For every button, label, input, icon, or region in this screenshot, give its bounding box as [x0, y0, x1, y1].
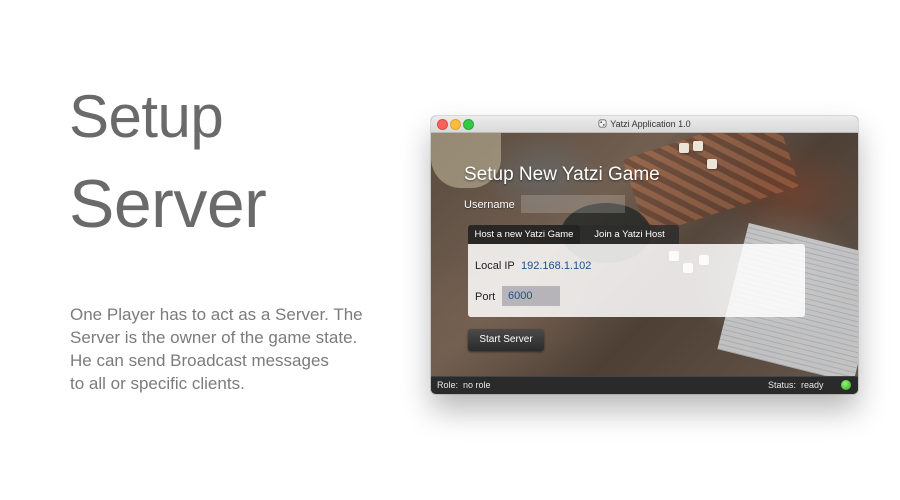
heading-server: Server [69, 166, 267, 242]
username-label: Username [464, 199, 515, 211]
main-content: Setup New Yatzi Game Username Host a new… [431, 133, 858, 377]
status-bar: Role: no role Status: ready [431, 376, 858, 394]
dice-app-icon [598, 119, 607, 128]
description-line: One Player has to act as a Server. The [70, 305, 363, 324]
local-ip-value: 192.168.1.102 [521, 260, 592, 272]
title-bar[interactable]: Yatzi Application 1.0 [431, 116, 858, 133]
description-line: Server is the owner of the game state. [70, 328, 358, 347]
role-label: Role: [437, 380, 459, 390]
background-die [707, 159, 717, 169]
heading-setup: Setup [69, 83, 224, 150]
app-window: Yatzi Application 1.0 Setup New Yatzi Ga… [431, 116, 858, 394]
status-value: ready [801, 380, 824, 390]
description-line: to all or specific clients. [70, 374, 245, 393]
port-field[interactable] [502, 286, 560, 306]
local-ip-label: Local IP [475, 260, 515, 272]
background-die [679, 143, 689, 153]
window-title-text: Yatzi Application 1.0 [610, 119, 691, 129]
description-line: He can send Broadcast messages [70, 351, 329, 370]
background-die [693, 141, 703, 151]
form-title: Setup New Yatzi Game [464, 164, 660, 185]
username-field[interactable] [521, 195, 625, 213]
description: One Player has to act as a Server. The S… [70, 303, 400, 395]
port-label: Port [475, 291, 496, 303]
status-indicator-icon [841, 380, 851, 390]
host-panel: Local IP 192.168.1.102 Port [468, 244, 805, 317]
status-label: Status: [768, 380, 797, 390]
tab-join-host[interactable]: Join a Yatzi Host [580, 225, 679, 244]
tab-host-game[interactable]: Host a new Yatzi Game [468, 225, 580, 244]
window-title: Yatzi Application 1.0 [431, 118, 858, 130]
start-server-button[interactable]: Start Server [468, 329, 544, 351]
role-value: no role [463, 380, 491, 390]
